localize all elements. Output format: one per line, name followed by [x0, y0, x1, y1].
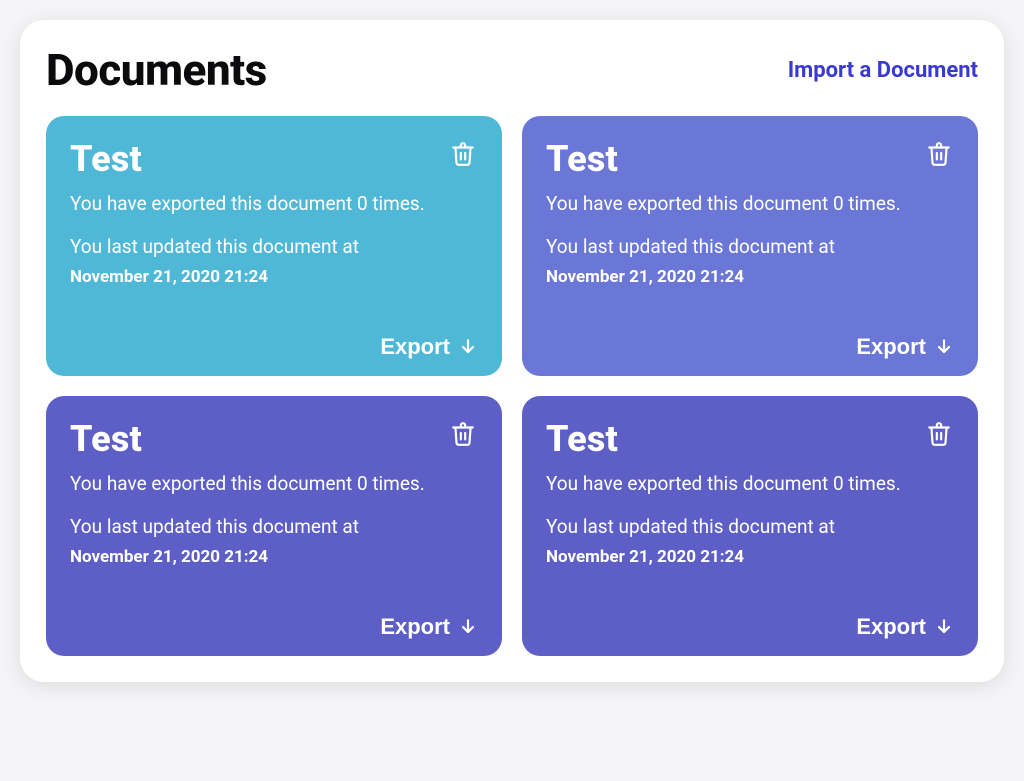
card-footer: Export	[70, 328, 478, 360]
updated-timestamp: November 21, 2020 21:24	[70, 265, 478, 291]
document-card[interactable]: Test You have exported this document	[46, 116, 502, 376]
card-body: You have exported this document 0 times.…	[70, 190, 478, 291]
card-header: Test	[546, 418, 954, 460]
document-card[interactable]: Test You have exported this document	[522, 396, 978, 656]
delete-button[interactable]	[924, 138, 954, 170]
exported-count-text: You have exported this document 0 times.	[546, 190, 954, 219]
export-label: Export	[380, 334, 450, 360]
card-body: You have exported this document 0 times.…	[70, 470, 478, 571]
updated-at-text: You last updated this document at	[70, 233, 478, 262]
export-button[interactable]: Export	[856, 614, 954, 640]
document-title: Test	[546, 418, 618, 460]
import-document-link[interactable]: Import a Document	[788, 58, 978, 83]
export-button[interactable]: Export	[380, 334, 478, 360]
card-header: Test	[70, 418, 478, 460]
card-footer: Export	[546, 328, 954, 360]
documents-panel: Documents Import a Document Test	[20, 20, 1004, 682]
card-header: Test	[70, 138, 478, 180]
document-title: Test	[70, 418, 142, 460]
updated-at-text: You last updated this document at	[70, 513, 478, 542]
documents-grid: Test You have exported this document	[46, 116, 978, 656]
export-label: Export	[380, 614, 450, 640]
delete-button[interactable]	[448, 418, 478, 450]
export-label: Export	[856, 334, 926, 360]
export-button[interactable]: Export	[856, 334, 954, 360]
updated-timestamp: November 21, 2020 21:24	[546, 545, 954, 571]
card-footer: Export	[546, 608, 954, 640]
download-arrow-icon	[934, 337, 954, 357]
trash-icon	[926, 420, 952, 448]
download-arrow-icon	[458, 617, 478, 637]
updated-at-text: You last updated this document at	[546, 233, 954, 262]
trash-icon	[450, 140, 476, 168]
document-title: Test	[546, 138, 618, 180]
delete-button[interactable]	[924, 418, 954, 450]
download-arrow-icon	[458, 337, 478, 357]
export-label: Export	[856, 614, 926, 640]
card-footer: Export	[70, 608, 478, 640]
card-body: You have exported this document 0 times.…	[546, 470, 954, 571]
exported-count-text: You have exported this document 0 times.	[70, 190, 478, 219]
page-title: Documents	[46, 44, 267, 96]
download-arrow-icon	[934, 617, 954, 637]
exported-count-text: You have exported this document 0 times.	[546, 470, 954, 499]
exported-count-text: You have exported this document 0 times.	[70, 470, 478, 499]
updated-timestamp: November 21, 2020 21:24	[70, 545, 478, 571]
trash-icon	[450, 420, 476, 448]
card-body: You have exported this document 0 times.…	[546, 190, 954, 291]
updated-timestamp: November 21, 2020 21:24	[546, 265, 954, 291]
card-header: Test	[546, 138, 954, 180]
trash-icon	[926, 140, 952, 168]
document-title: Test	[70, 138, 142, 180]
document-card[interactable]: Test You have exported this document	[522, 116, 978, 376]
panel-header: Documents Import a Document	[46, 44, 978, 96]
updated-at-text: You last updated this document at	[546, 513, 954, 542]
export-button[interactable]: Export	[380, 614, 478, 640]
delete-button[interactable]	[448, 138, 478, 170]
document-card[interactable]: Test You have exported this document	[46, 396, 502, 656]
